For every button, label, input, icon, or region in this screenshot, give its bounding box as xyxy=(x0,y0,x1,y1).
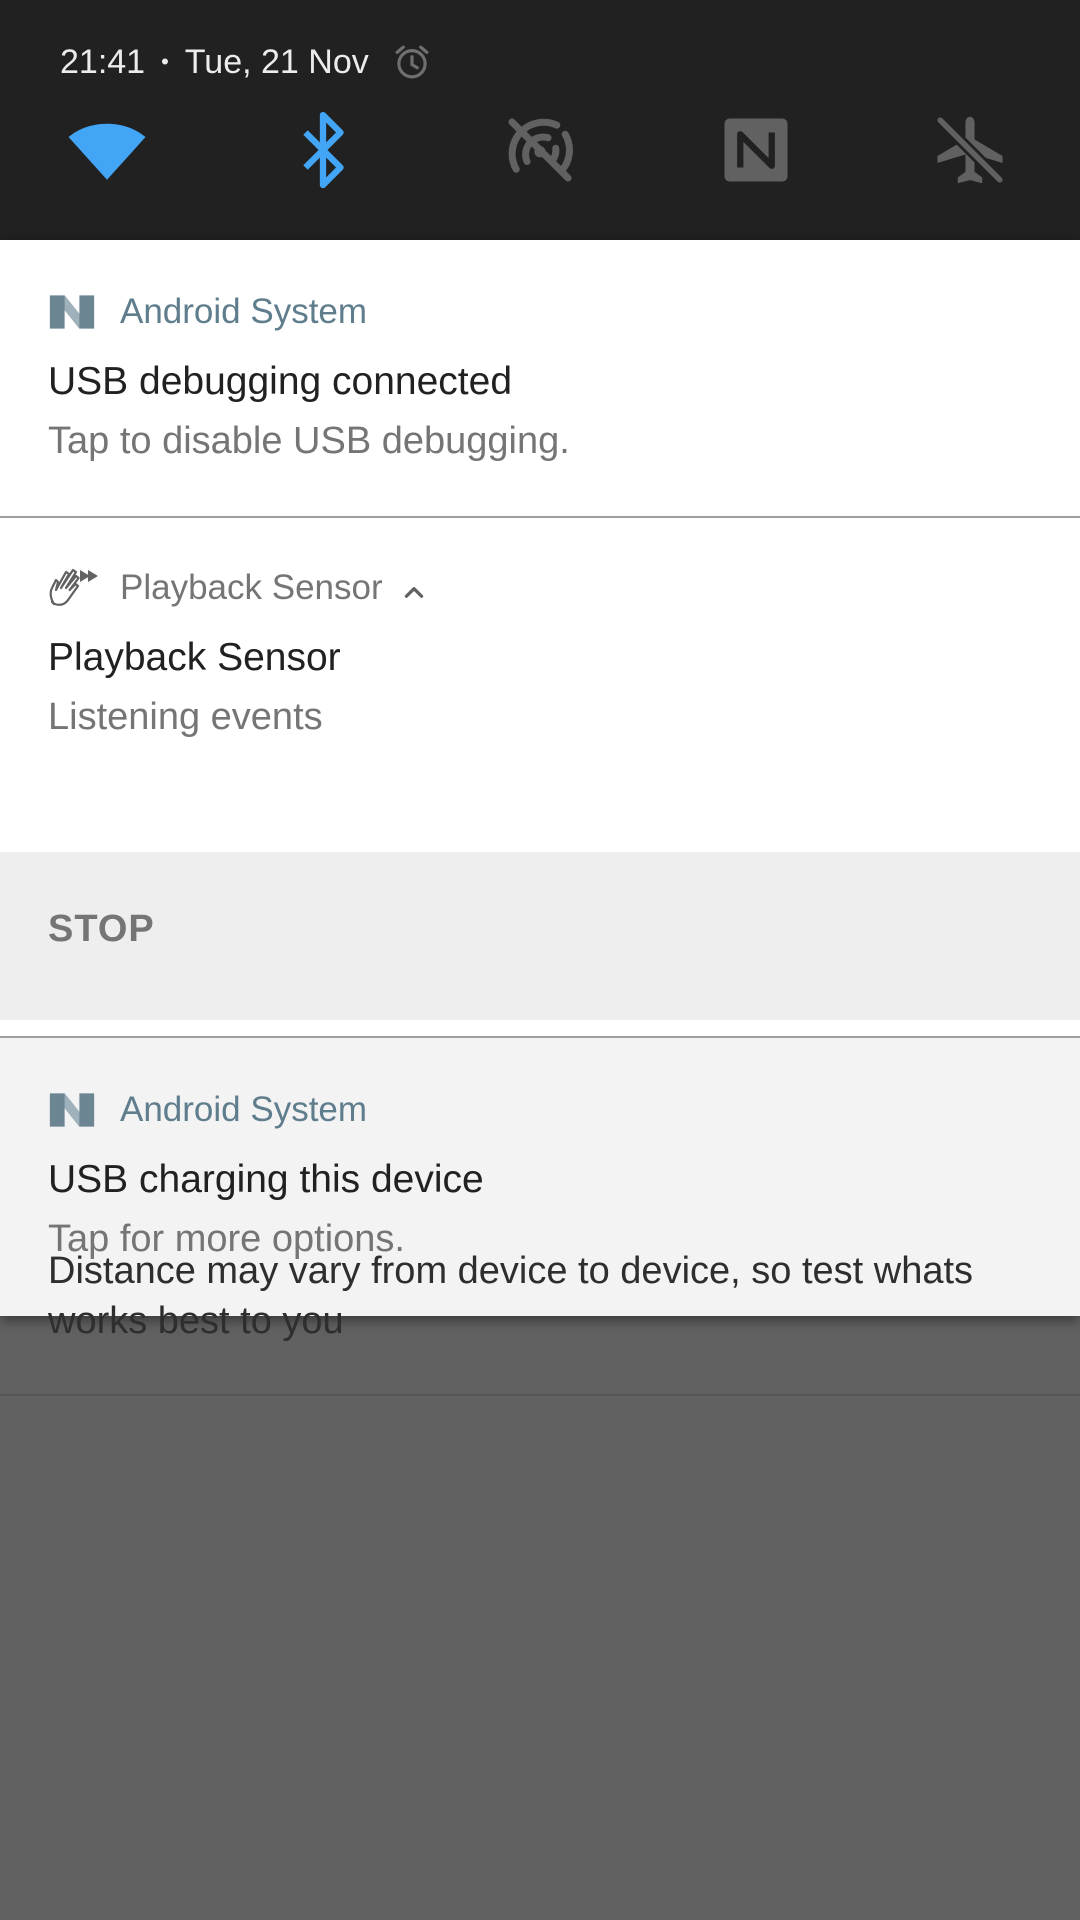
quick-settings-header: 21:41 • Tue, 21 Nov xyxy=(0,0,1080,240)
android-n-icon xyxy=(48,1086,100,1134)
notification-title: USB charging this device xyxy=(48,1158,484,1201)
stop-button[interactable]: STOP xyxy=(48,908,155,951)
notification-playback-sensor[interactable]: Playback Sensor Playback Sensor Listenin… xyxy=(0,518,1080,1038)
separator: • xyxy=(161,49,169,74)
notification-header: Playback Sensor xyxy=(48,564,427,612)
divider xyxy=(0,1394,1080,1396)
wifi-icon xyxy=(65,108,149,197)
background-app-text: Distance may vary from device to device,… xyxy=(48,1250,974,1342)
clock: 21:41 xyxy=(60,42,146,81)
notification-usb-debugging[interactable]: Android System USB debugging connected T… xyxy=(0,240,1080,518)
wifi-tile[interactable] xyxy=(62,112,152,192)
notification-header: Android System xyxy=(48,288,367,336)
hotspot-tile[interactable] xyxy=(495,112,585,192)
notification-text: Tap to disable USB debugging. xyxy=(48,420,570,462)
hotspot-off-icon xyxy=(498,108,582,197)
quick-settings-tiles xyxy=(0,111,1080,192)
bluetooth-icon xyxy=(281,108,365,197)
notification-text: Listening events xyxy=(48,696,323,738)
chevron-up-icon[interactable] xyxy=(401,575,427,601)
notification-actions: STOP xyxy=(0,852,1080,1020)
app-name: Playback Sensor xyxy=(120,568,383,607)
app-name: Android System xyxy=(120,1090,368,1129)
airplane-mode-off-icon xyxy=(928,108,1012,197)
status-row: 21:41 • Tue, 21 Nov xyxy=(60,38,433,86)
android-n-icon xyxy=(48,288,100,336)
airplane-tile[interactable] xyxy=(925,112,1015,192)
alarm-clock-icon[interactable] xyxy=(391,41,433,83)
notification-panel: Android System USB debugging connected T… xyxy=(0,240,1080,1316)
notification-title: USB debugging connected xyxy=(48,360,513,403)
nfc-icon xyxy=(714,108,798,197)
bluetooth-tile[interactable] xyxy=(278,111,368,192)
nfc-tile[interactable] xyxy=(711,112,801,192)
app-name: Android System xyxy=(120,292,368,331)
date[interactable]: Tue, 21 Nov xyxy=(185,43,369,82)
notification-title: Playback Sensor xyxy=(48,636,341,679)
waving-hand-icon xyxy=(48,564,100,612)
notification-header: Android System xyxy=(48,1086,367,1134)
